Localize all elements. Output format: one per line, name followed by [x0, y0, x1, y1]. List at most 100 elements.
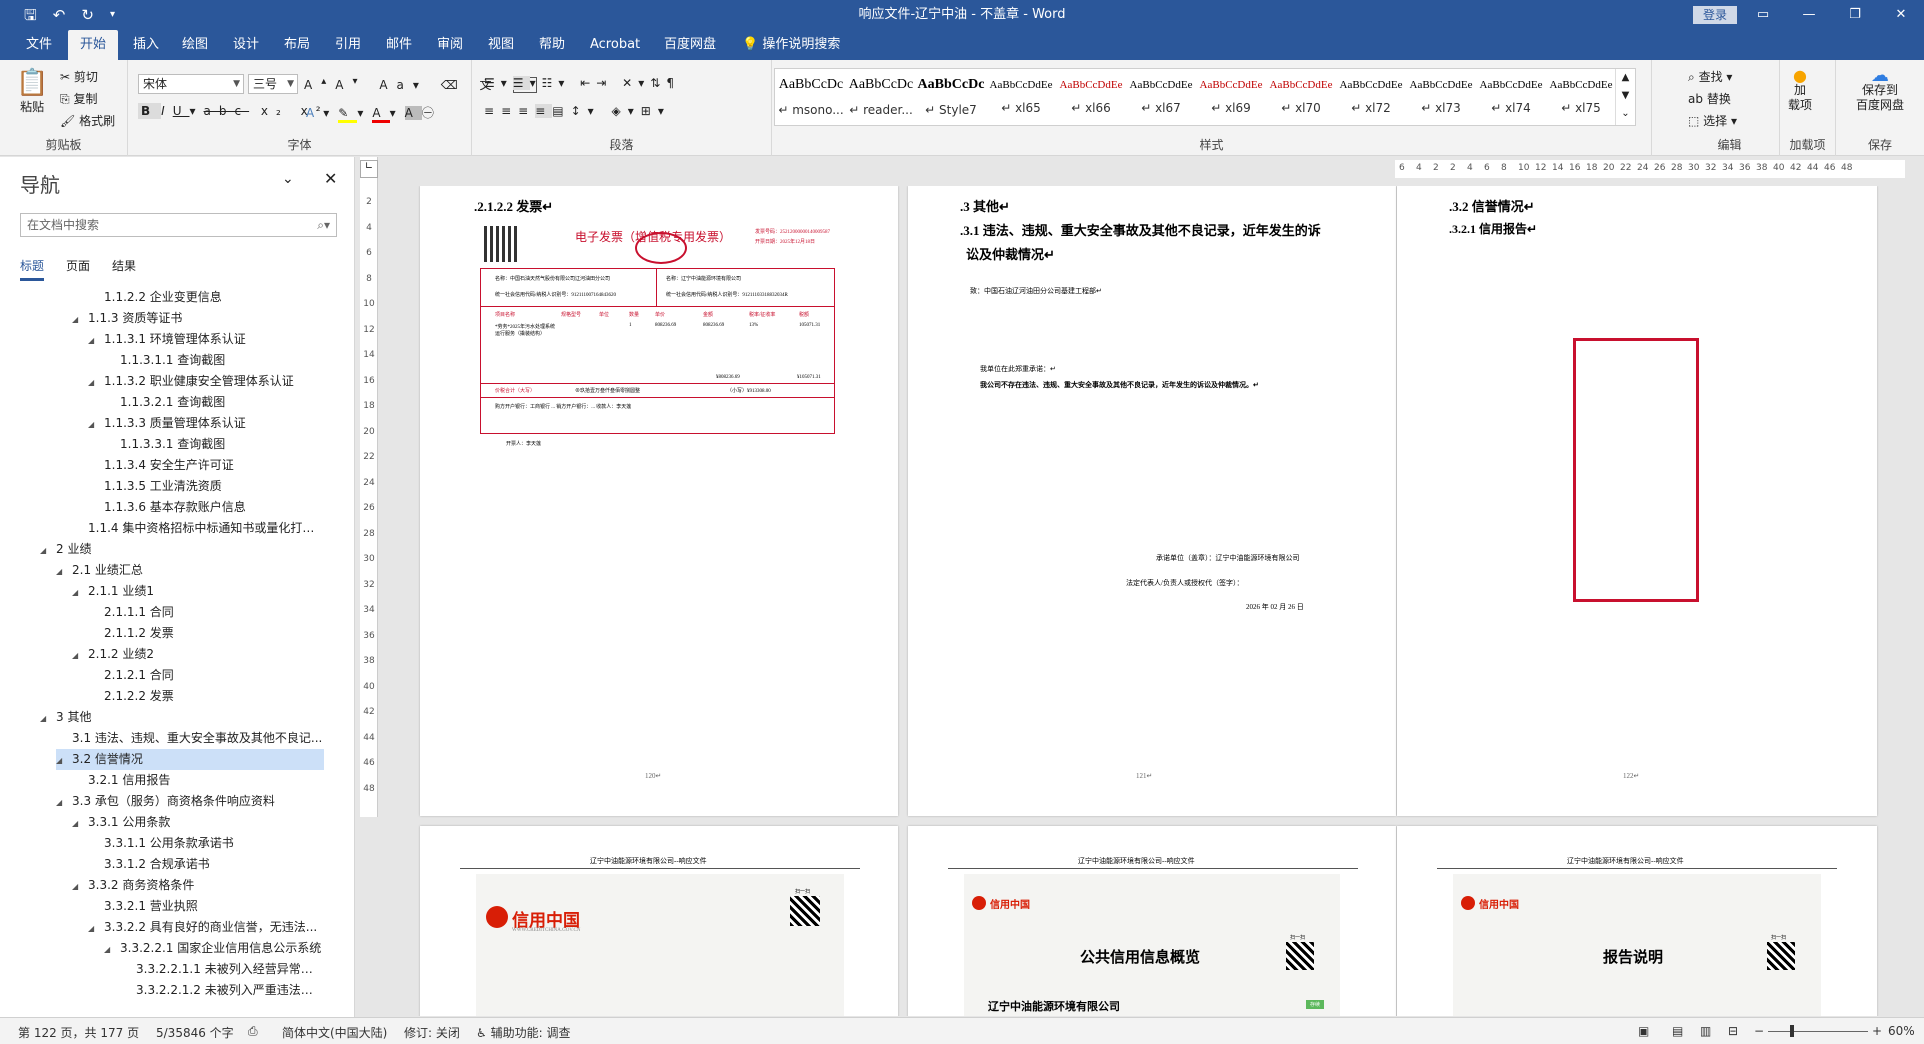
red-rectangle-shape[interactable] — [1573, 338, 1699, 602]
nav-heading-item[interactable]: 2.1.1.2 发票 — [88, 623, 324, 644]
bold-icon[interactable]: B — [138, 103, 162, 119]
italic-icon[interactable]: I — [161, 104, 173, 118]
save-icon[interactable]: 🖫 — [24, 0, 37, 30]
nav-heading-item[interactable]: ◢ 2.1.2 业绩2 — [72, 644, 324, 665]
nav-heading-item[interactable]: ◢ 3.3 承包（服务）商资格条件响应资料 — [56, 791, 324, 812]
document-canvas[interactable]: .2.1.2.2 发票↵ 电子发票（增值税专用发票） 发票号码：25212000… — [385, 186, 1910, 1016]
copy-button[interactable]: ⎘ 复制 — [60, 90, 97, 107]
restore-icon[interactable]: ❐ — [1832, 0, 1878, 30]
nav-heading-item[interactable]: ◢ 3.3.2.2 具有良好的商业信誉，无违法... — [88, 917, 324, 938]
expand-arrow-icon[interactable]: ◢ — [72, 876, 88, 896]
word-count[interactable]: 5/35846 个字 — [156, 1024, 234, 1041]
zoom-slider-thumb[interactable] — [1790, 1025, 1794, 1037]
nav-heading-item[interactable]: ◢ 3.3.2.2.1 国家企业信用信息公示系统 — [104, 938, 324, 959]
tab-layout[interactable]: 布局 — [282, 30, 312, 60]
nav-heading-item[interactable]: 3.3.2.2.1.2 未被列入严重违法失... — [120, 980, 324, 1001]
page-121[interactable]: .3 其他↵ .3.1 违法、违规、重大安全事故及其他不良记录，近年发生的诉 讼… — [908, 186, 1396, 816]
nav-heading-item[interactable]: ◢ 1.1.3.1 环境管理体系认证 — [88, 329, 324, 350]
expand-arrow-icon[interactable]: ◢ — [56, 792, 72, 812]
nav-heading-item[interactable]: 1.1.3.6 基本存款账户信息 — [88, 497, 324, 518]
ribbon-display-icon[interactable]: ▭ — [1740, 0, 1786, 30]
expand-arrow-icon[interactable]: ◢ — [104, 939, 120, 959]
underline-icon[interactable]: U — [173, 104, 190, 118]
nav-heading-item[interactable]: 1.1.3.1.1 查询截图 — [104, 350, 324, 371]
style-item[interactable]: AaBbCcDc ↵ msono... — [775, 69, 847, 125]
multilevel-icon[interactable]: ☷ — [542, 76, 559, 90]
tab-mailings[interactable]: 邮件 — [384, 30, 414, 60]
expand-arrow-icon[interactable]: ◢ — [72, 582, 88, 602]
proofing-icon[interactable]: ⎙ — [248, 1024, 258, 1039]
style-item[interactable]: AaBbCcDdEe ↵ xl70 — [1265, 69, 1337, 125]
language[interactable]: 简体中文(中国大陆) — [282, 1024, 387, 1041]
tab-acrobat[interactable]: Acrobat — [588, 30, 642, 60]
page-123[interactable]: 辽宁中油能源环境有限公司--响应文件 信用中国 WWW.CREDITCHINA.… — [420, 826, 898, 1016]
nav-tab-pages[interactable]: 页面 — [66, 257, 90, 281]
nav-heading-item[interactable]: 1.1.4 集中资格招标中标通知书或量化打分... — [72, 518, 324, 539]
sort-icon[interactable]: ⇅ — [650, 76, 666, 90]
nav-heading-item[interactable]: 3.1 违法、违规、重大安全事故及其他不良记... — [56, 728, 324, 749]
expand-arrow-icon[interactable]: ◢ — [56, 750, 72, 770]
pilcrow-icon[interactable]: ¶ — [666, 76, 680, 90]
focus-icon[interactable]: ▣ — [1638, 1024, 1649, 1038]
nav-heading-item[interactable]: 3.3.1.1 公用条款承诺书 — [88, 833, 324, 854]
nav-heading-item[interactable]: ◢ 1.1.3 资质等证书 — [72, 308, 324, 329]
select-button[interactable]: ⬚ 选择 ▾ — [1688, 112, 1737, 129]
font-name-combo[interactable]: 宋体 ▼ — [138, 74, 244, 94]
expand-arrow-icon[interactable]: ◢ — [88, 918, 104, 938]
find-button[interactable]: ⌕ 查找 ▾ — [1688, 68, 1732, 85]
tab-draw[interactable]: 绘图 — [180, 30, 210, 60]
align-left-icon[interactable]: ≡ — [484, 104, 501, 118]
align-right-icon[interactable]: ≡ — [518, 104, 535, 118]
styles-gallery-scroll[interactable]: ▲ ▼ ⌄ — [1615, 69, 1635, 125]
print-layout-icon[interactable]: ▥ — [1700, 1024, 1711, 1038]
bullets-icon[interactable]: ☰ — [484, 76, 501, 90]
save-baidu-button[interactable]: ☁ 保存到 百度网盘 — [1838, 67, 1922, 113]
expand-arrow-icon[interactable]: ◢ — [88, 414, 104, 434]
nav-heading-item[interactable]: ◢ 3.2 信誉情况 — [56, 749, 324, 770]
style-item[interactable]: AaBbCcDdEe ↵ xl67 — [1125, 69, 1197, 125]
tab-file[interactable]: 文件 — [24, 30, 54, 60]
tab-review[interactable]: 审阅 — [435, 30, 465, 60]
font-effects[interactable]: A▾✎▾A▾A㊀ — [306, 104, 443, 123]
nav-heading-item[interactable]: 3.2.1 信用报告 — [72, 770, 324, 791]
decrease-indent-icon[interactable]: ⇤ — [580, 76, 596, 90]
nav-heading-item[interactable]: 3.3.2.2.1.1 未被列入经营异常名... — [120, 959, 324, 980]
format-painter-button[interactable]: 🖌 格式刷 — [60, 112, 115, 129]
zoom-slider[interactable] — [1768, 1025, 1868, 1037]
minimize-icon[interactable]: — — [1786, 0, 1832, 30]
page-125[interactable]: 辽宁中油能源环境有限公司--响应文件 信用中国 报告说明 扫一扫 — [1397, 826, 1877, 1016]
tab-home[interactable]: 开始 — [68, 30, 119, 60]
login-button[interactable]: 登录 — [1693, 6, 1737, 24]
align-center-icon[interactable]: ≡ — [501, 104, 518, 118]
style-item[interactable]: AaBbCcDdEe ↵ xl69 — [1195, 69, 1267, 125]
expand-arrow-icon[interactable]: ◢ — [40, 708, 56, 728]
page-count[interactable]: 第 122 页，共 177 页 — [18, 1024, 139, 1041]
replace-button[interactable]: ab 替换 — [1688, 90, 1731, 107]
style-item[interactable]: AaBbCcDdEe ↵ xl73 — [1405, 69, 1477, 125]
tab-view[interactable]: 视图 — [486, 30, 516, 60]
expand-arrow-icon[interactable]: ◢ — [72, 813, 88, 833]
track-changes[interactable]: 修订: 关闭 — [404, 1024, 460, 1041]
addins-button[interactable]: ● 加 载项 — [1788, 68, 1812, 113]
read-mode-icon[interactable]: ▤ — [1672, 1024, 1683, 1038]
nav-search-input[interactable]: 在文档中搜索 ⌕▾ — [20, 213, 337, 237]
style-item[interactable]: AaBbCcDc ↵ reader... — [845, 69, 917, 125]
zoom-in-icon[interactable]: + — [1872, 1024, 1882, 1038]
nav-heading-item[interactable]: ◢ 1.1.3.2 职业健康安全管理体系认证 — [88, 371, 324, 392]
font-size-combo[interactable]: 三号 ▼ — [248, 74, 298, 94]
tell-me-search[interactable]: 💡 操作说明搜索 — [740, 30, 842, 60]
font-style-buttons[interactable]: B IU▾abc x₂ x² — [138, 103, 329, 119]
style-item[interactable]: AaBbCcDdEe ↵ xl65 — [985, 69, 1057, 125]
strikethrough-icon[interactable]: abc — [204, 104, 250, 118]
page-124[interactable]: 辽宁中油能源环境有限公司--响应文件 信用中国 公共信用信息概览 扫一扫 辽宁中… — [908, 826, 1396, 1016]
expand-arrow-icon[interactable]: ◢ — [72, 645, 88, 665]
tab-baidu[interactable]: 百度网盘 — [662, 30, 718, 60]
tab-references[interactable]: 引用 — [333, 30, 363, 60]
nav-heading-item[interactable]: ◢ 3 其他 — [40, 707, 324, 728]
accessibility-status[interactable]: ♿ 辅助功能: 调查 — [476, 1024, 570, 1041]
nav-tab-results[interactable]: 结果 — [112, 257, 136, 281]
close-nav-icon[interactable]: ✕ — [324, 169, 337, 188]
asian-layout-icon[interactable]: ✕ — [622, 76, 638, 90]
line-spacing-icon[interactable]: ↕ — [571, 104, 588, 118]
nav-options-icon[interactable]: ⌄ — [282, 171, 294, 187]
